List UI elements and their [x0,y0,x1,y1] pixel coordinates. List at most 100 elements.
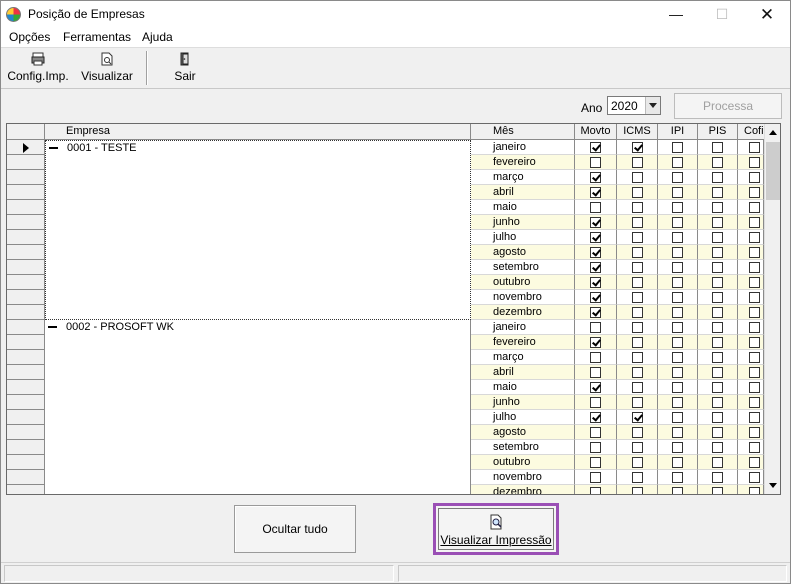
cofins-checkbox[interactable] [749,472,760,483]
mes-cell[interactable]: maio [471,380,575,395]
icms-checkbox[interactable] [632,382,643,393]
ipi-checkbox[interactable] [672,337,683,348]
icms-checkbox[interactable] [632,247,643,258]
cofins-checkbox[interactable] [749,232,760,243]
mes-cell[interactable]: julho [471,230,575,245]
ipi-checkbox[interactable] [672,277,683,288]
movto-checkbox[interactable] [590,337,601,348]
ipi-checkbox[interactable] [672,292,683,303]
mes-cell[interactable]: maio [471,200,575,215]
ipi-checkbox[interactable] [672,382,683,393]
ipi-checkbox[interactable] [672,217,683,228]
cofins-checkbox[interactable] [749,337,760,348]
table-row[interactable]: março [471,350,764,365]
chevron-down-icon[interactable] [645,97,660,114]
icms-checkbox[interactable] [632,487,643,494]
table-row[interactable]: abril [471,365,764,380]
header-ipi[interactable]: IPI [658,124,698,140]
row-indicator[interactable] [7,185,45,200]
icms-checkbox[interactable] [632,367,643,378]
pis-checkbox[interactable] [712,352,723,363]
mes-cell[interactable]: dezembro [471,305,575,320]
row-indicator[interactable] [7,140,45,155]
row-indicator[interactable] [7,170,45,185]
table-row[interactable]: dezembro [471,485,764,494]
table-row[interactable]: março [471,170,764,185]
table-row[interactable]: janeiro [471,140,764,155]
cofins-checkbox[interactable] [749,247,760,258]
table-row[interactable]: maio [471,200,764,215]
mes-cell[interactable]: janeiro [471,140,575,155]
table-row[interactable]: setembro [471,260,764,275]
table-row[interactable]: maio [471,380,764,395]
icms-checkbox[interactable] [632,412,643,423]
table-row[interactable]: outubro [471,455,764,470]
header-pis[interactable]: PIS [698,124,738,140]
scroll-thumb[interactable] [766,142,780,200]
pis-checkbox[interactable] [712,157,723,168]
row-indicator[interactable] [7,440,45,455]
header-mes[interactable]: Mês [471,124,575,140]
pis-checkbox[interactable] [712,262,723,273]
icms-checkbox[interactable] [632,187,643,198]
ipi-checkbox[interactable] [672,187,683,198]
cofins-checkbox[interactable] [749,187,760,198]
ocultar-tudo-button[interactable]: Ocultar tudo [234,505,356,553]
header-empresa[interactable]: Empresa [45,124,471,140]
cofins-checkbox[interactable] [749,382,760,393]
scroll-up-icon[interactable] [765,124,780,141]
pis-checkbox[interactable] [712,472,723,483]
row-indicator[interactable] [7,155,45,170]
cofins-checkbox[interactable] [749,202,760,213]
icms-checkbox[interactable] [632,457,643,468]
ipi-checkbox[interactable] [672,457,683,468]
movto-checkbox[interactable] [590,262,601,273]
cofins-checkbox[interactable] [749,217,760,228]
ipi-checkbox[interactable] [672,232,683,243]
cofins-checkbox[interactable] [749,367,760,378]
movto-checkbox[interactable] [590,472,601,483]
cofins-checkbox[interactable] [749,307,760,318]
table-row[interactable]: abril [471,185,764,200]
icms-checkbox[interactable] [632,397,643,408]
cofins-checkbox[interactable] [749,427,760,438]
ipi-checkbox[interactable] [672,157,683,168]
cofins-checkbox[interactable] [749,352,760,363]
row-indicator[interactable] [7,230,45,245]
row-indicator[interactable] [7,245,45,260]
pis-checkbox[interactable] [712,322,723,333]
mes-cell[interactable]: junho [471,395,575,410]
mes-cell[interactable]: março [471,170,575,185]
table-row[interactable]: dezembro [471,305,764,320]
mes-cell[interactable]: junho [471,215,575,230]
collapse-icon[interactable] [49,147,58,149]
maximize-button[interactable]: ☐ [699,1,745,29]
mes-cell[interactable]: outubro [471,275,575,290]
movto-checkbox[interactable] [590,442,601,453]
movto-checkbox[interactable] [590,382,601,393]
row-indicator[interactable] [7,275,45,290]
cofins-checkbox[interactable] [749,412,760,423]
cofins-checkbox[interactable] [749,172,760,183]
pis-checkbox[interactable] [712,397,723,408]
mes-cell[interactable]: outubro [471,455,575,470]
cofins-checkbox[interactable] [749,142,760,153]
row-indicator[interactable] [7,470,45,485]
ipi-checkbox[interactable] [672,352,683,363]
mes-cell[interactable]: dezembro [471,485,575,494]
movto-checkbox[interactable] [590,487,601,494]
ipi-checkbox[interactable] [672,472,683,483]
row-indicator[interactable] [7,485,45,494]
config-imp-button[interactable]: Config.Imp. [5,50,71,88]
ipi-checkbox[interactable] [672,172,683,183]
pis-checkbox[interactable] [712,142,723,153]
mes-cell[interactable]: setembro [471,440,575,455]
close-button[interactable]: ✕ [744,1,790,29]
cofins-checkbox[interactable] [749,457,760,468]
pis-checkbox[interactable] [712,232,723,243]
icms-checkbox[interactable] [632,277,643,288]
cofins-checkbox[interactable] [749,397,760,408]
icms-checkbox[interactable] [632,157,643,168]
empresa-block[interactable]: 0001 - TESTE [45,140,471,320]
menu-opcoes[interactable]: Opções [9,30,50,44]
